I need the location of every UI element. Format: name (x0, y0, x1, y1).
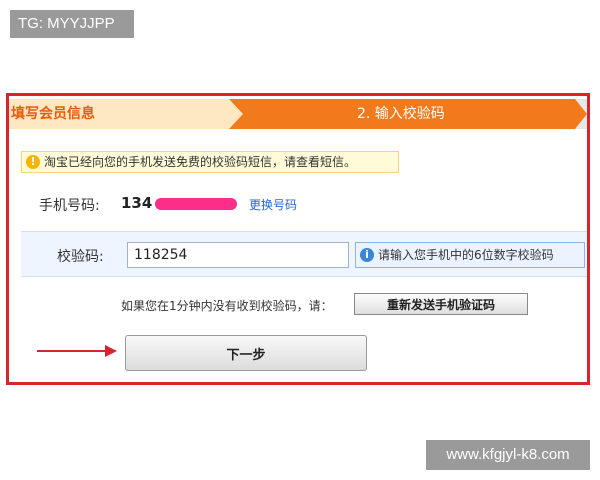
watermark-bottom: www.kfgjyl-k8.com (426, 440, 590, 470)
verification-code-panel: 校验码: i 请输入您手机中的6位数字校验码 (21, 231, 587, 277)
step-arrow (229, 99, 243, 129)
phone-number-redaction (155, 198, 237, 210)
step-tail-arrow (575, 99, 587, 129)
phone-number-value: 134 (121, 194, 153, 212)
step-enter-code: 2. 输入校验码 (229, 99, 575, 129)
verification-code-hint: i 请输入您手机中的6位数字校验码 (355, 242, 585, 268)
verification-code-label: 校验码: (57, 249, 104, 265)
phone-number-label: 手机号码: (39, 198, 100, 214)
resend-code-button[interactable]: 重新发送手机验证码 (354, 293, 528, 315)
info-icon: i (360, 248, 374, 262)
annotation-arrow-line (37, 350, 107, 352)
next-step-button[interactable]: 下一步 (125, 335, 367, 371)
step-indicator: 填写会员信息 2. 输入校验码 (9, 99, 587, 129)
sms-sent-notice: ! 淘宝已经向您的手机发送免费的校验码短信，请查看短信。 (21, 151, 399, 173)
hint-text: 请输入您手机中的6位数字校验码 (378, 248, 554, 262)
phone-number-row: 手机号码: 134 更换号码 (9, 192, 587, 218)
watermark-top: TG: MYYJJPP (10, 10, 134, 38)
annotation-arrow-icon (105, 345, 117, 357)
notice-text: 淘宝已经向您的手机发送免费的校验码短信，请查看短信。 (44, 155, 357, 169)
resend-prompt: 如果您在1分钟内没有收到校验码，请： (121, 299, 333, 313)
step-fill-member-info: 填写会员信息 (9, 99, 229, 129)
verification-form: 填写会员信息 2. 输入校验码 ! 淘宝已经向您的手机发送免费的校验码短信，请查… (6, 93, 590, 385)
verification-code-input[interactable] (127, 242, 349, 268)
change-number-link[interactable]: 更换号码 (249, 196, 297, 213)
warning-icon: ! (26, 155, 40, 169)
resend-row: 如果您在1分钟内没有收到校验码，请： 重新发送手机验证码 (9, 292, 587, 316)
